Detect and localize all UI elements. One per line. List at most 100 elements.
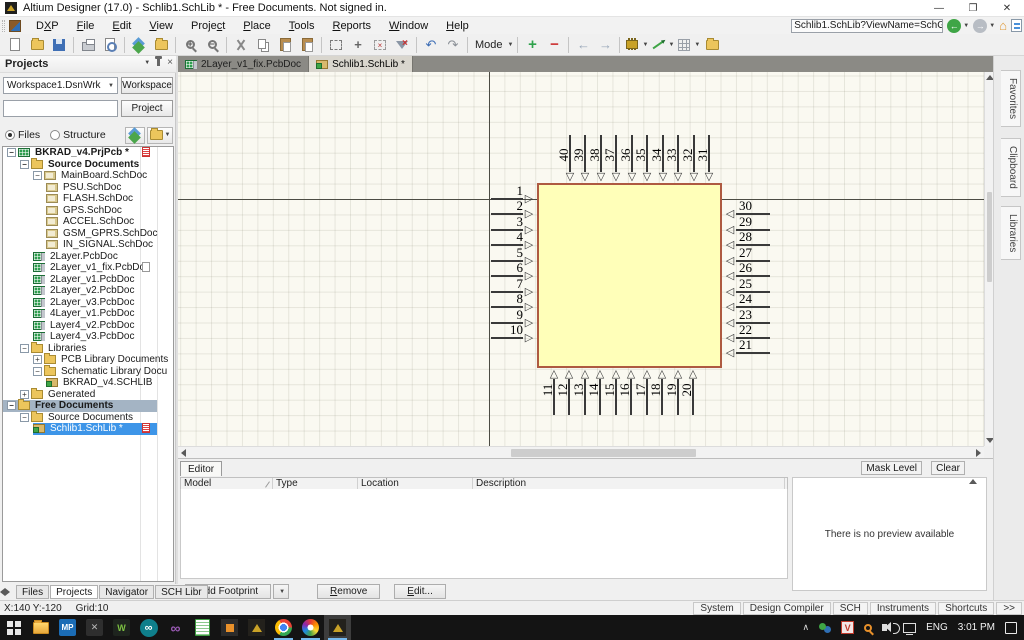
- search-tray-icon[interactable]: [859, 615, 877, 640]
- maximize-button[interactable]: ❐: [956, 0, 990, 17]
- chevron-down-icon[interactable]: ▼: [508, 42, 514, 48]
- canvas-horizontal-scrollbar[interactable]: [178, 446, 984, 458]
- project-button[interactable]: Project: [121, 100, 173, 117]
- tree-row[interactable]: PSU.SchDoc: [3, 182, 173, 194]
- place-component-button[interactable]: ▼: [624, 35, 648, 55]
- visual-studio-icon[interactable]: ∞: [162, 615, 189, 640]
- document-views-button[interactable]: [1011, 19, 1022, 32]
- tree-row[interactable]: ACCEL.SchDoc: [3, 216, 173, 228]
- panel-menu-icon[interactable]: ▼: [144, 60, 150, 66]
- expand-icon[interactable]: +: [20, 390, 29, 399]
- status-button-sch[interactable]: SCH: [833, 602, 868, 615]
- previous-part-button[interactable]: ←: [573, 35, 593, 55]
- mp-app-icon[interactable]: MP: [54, 615, 81, 640]
- document-address-combo[interactable]: Schlib1.SchLib?ViewName=SchGra ▼: [791, 19, 943, 33]
- right-tab-libraries[interactable]: Libraries: [1001, 206, 1021, 260]
- tree-row[interactable]: Layer4_v3.PcbDoc: [3, 331, 173, 343]
- home-button[interactable]: ⌂: [999, 19, 1007, 33]
- canvas-vertical-scrollbar[interactable]: [984, 72, 993, 446]
- panel-tab-navigator[interactable]: Navigator: [99, 585, 154, 599]
- status-button-instruments[interactable]: Instruments: [870, 602, 936, 615]
- zoom-in-button[interactable]: +: [180, 35, 200, 55]
- paint-icon[interactable]: [297, 615, 324, 640]
- menu-item-window[interactable]: Window: [380, 19, 437, 33]
- tree-row[interactable]: 2Layer_v1_fix.PcbDoc: [3, 262, 173, 274]
- collapse-icon[interactable]: −: [33, 367, 42, 376]
- menu-item-tools[interactable]: Tools: [280, 19, 324, 33]
- panel-tab-sch-libr[interactable]: SCH Libr: [155, 585, 208, 599]
- clock[interactable]: 3:01 PM: [953, 615, 1000, 640]
- cut-button[interactable]: [231, 35, 251, 55]
- view-3d-button[interactable]: [129, 35, 149, 55]
- altium-designer-icon[interactable]: [324, 615, 351, 640]
- tree-row[interactable]: GSM_GPRS.SchDoc: [3, 228, 173, 240]
- panel-tab-projects[interactable]: Projects: [50, 585, 98, 599]
- tree-row[interactable]: −Libraries: [3, 343, 173, 355]
- panel-tab-files[interactable]: Files: [16, 585, 49, 599]
- add-footprint-dropdown[interactable]: ▼: [273, 584, 289, 599]
- tree-row[interactable]: FLASH.SchDoc: [3, 193, 173, 205]
- column-header-model[interactable]: Model: [181, 478, 273, 489]
- mask-level-button[interactable]: Mask Level: [861, 461, 922, 475]
- right-tab-favorites[interactable]: Favorites: [1001, 70, 1021, 127]
- tree-row[interactable]: 4Layer_v1.PcbDoc: [3, 308, 173, 320]
- redo-button[interactable]: ↷: [443, 35, 463, 55]
- tree-row[interactable]: IN_SIGNAL.SchDoc: [3, 239, 173, 251]
- remove-button[interactable]: Remove: [317, 584, 380, 599]
- forward-history-dropdown-icon[interactable]: ▼: [989, 23, 995, 29]
- add-part-button[interactable]: +: [522, 35, 542, 55]
- collapse-icon[interactable]: −: [7, 401, 16, 410]
- expand-icon[interactable]: +: [33, 355, 42, 364]
- close-panel-icon[interactable]: ×: [167, 57, 173, 68]
- horizontal-scroll-thumb[interactable]: [511, 449, 696, 457]
- column-header-location[interactable]: Location: [358, 478, 473, 489]
- menu-item-place[interactable]: Place: [234, 19, 280, 33]
- structure-radio[interactable]: [50, 130, 60, 140]
- open-document-button[interactable]: [27, 35, 47, 55]
- file-explorer-icon[interactable]: [27, 615, 54, 640]
- chevron-down-icon[interactable]: ▼: [668, 42, 674, 48]
- chevron-down-icon[interactable]: ▼: [108, 83, 114, 89]
- deselect-all-button[interactable]: ×: [370, 35, 390, 55]
- language-indicator[interactable]: ENG: [921, 615, 953, 640]
- mode-button[interactable]: Mode▼: [472, 35, 513, 55]
- status-button-shortcuts[interactable]: Shortcuts: [938, 602, 994, 615]
- column-header-type[interactable]: Type: [273, 478, 358, 489]
- back-history-dropdown-icon[interactable]: ▼: [963, 23, 969, 29]
- workspace-combo[interactable]: Workspace1.DsnWrk ▼: [3, 77, 118, 94]
- tree-row[interactable]: Layer4_v2.PcbDoc: [3, 320, 173, 332]
- model-table-body[interactable]: [180, 489, 788, 579]
- tree-row[interactable]: −BKRAD_v4.PrjPcb *: [3, 147, 173, 159]
- place-pin-button[interactable]: ▼: [650, 35, 674, 55]
- arduino-icon[interactable]: ∞: [135, 615, 162, 640]
- network-icon[interactable]: [898, 615, 921, 640]
- print-preview-button[interactable]: [100, 35, 120, 55]
- grid-settings-button[interactable]: ▼: [676, 35, 700, 55]
- clear-filter-button[interactable]: [392, 35, 412, 55]
- next-part-button[interactable]: →: [595, 35, 615, 55]
- new-document-button[interactable]: [5, 35, 25, 55]
- minimize-button[interactable]: —: [922, 0, 956, 17]
- tree-row[interactable]: +PCB Library Documents: [3, 354, 173, 366]
- column-header-description[interactable]: Description: [473, 478, 785, 489]
- print-button[interactable]: [78, 35, 98, 55]
- zoom-out-button[interactable]: −: [202, 35, 222, 55]
- menu-item-reports[interactable]: Reports: [323, 19, 380, 33]
- preview-scroll-up-icon[interactable]: [969, 479, 977, 484]
- forward-button[interactable]: →: [973, 19, 987, 33]
- open-project-button[interactable]: [151, 35, 171, 55]
- editor-tab[interactable]: Editor: [180, 461, 222, 476]
- action-center-icon[interactable]: [1000, 615, 1022, 640]
- dxp-icon[interactable]: [9, 20, 21, 32]
- pin-panel-icon[interactable]: [157, 59, 160, 66]
- close-button[interactable]: ✕: [990, 0, 1024, 17]
- schematic-canvas[interactable]: ▷1▷2▷3▷4▷5▷6▷7▷8▷9▷10◁30◁29◁28◁27◁26◁25◁…: [178, 72, 984, 446]
- component-body[interactable]: [537, 183, 722, 368]
- collapse-icon[interactable]: −: [20, 344, 29, 353]
- scroll-right-icon[interactable]: [976, 449, 981, 457]
- workspace-button[interactable]: Workspace: [121, 77, 173, 94]
- menu-item-edit[interactable]: Edit: [103, 19, 140, 33]
- tree-row[interactable]: Schlib1.SchLib *: [3, 423, 173, 435]
- status-button-system[interactable]: System: [693, 602, 740, 615]
- tree-row[interactable]: +Generated: [3, 389, 173, 401]
